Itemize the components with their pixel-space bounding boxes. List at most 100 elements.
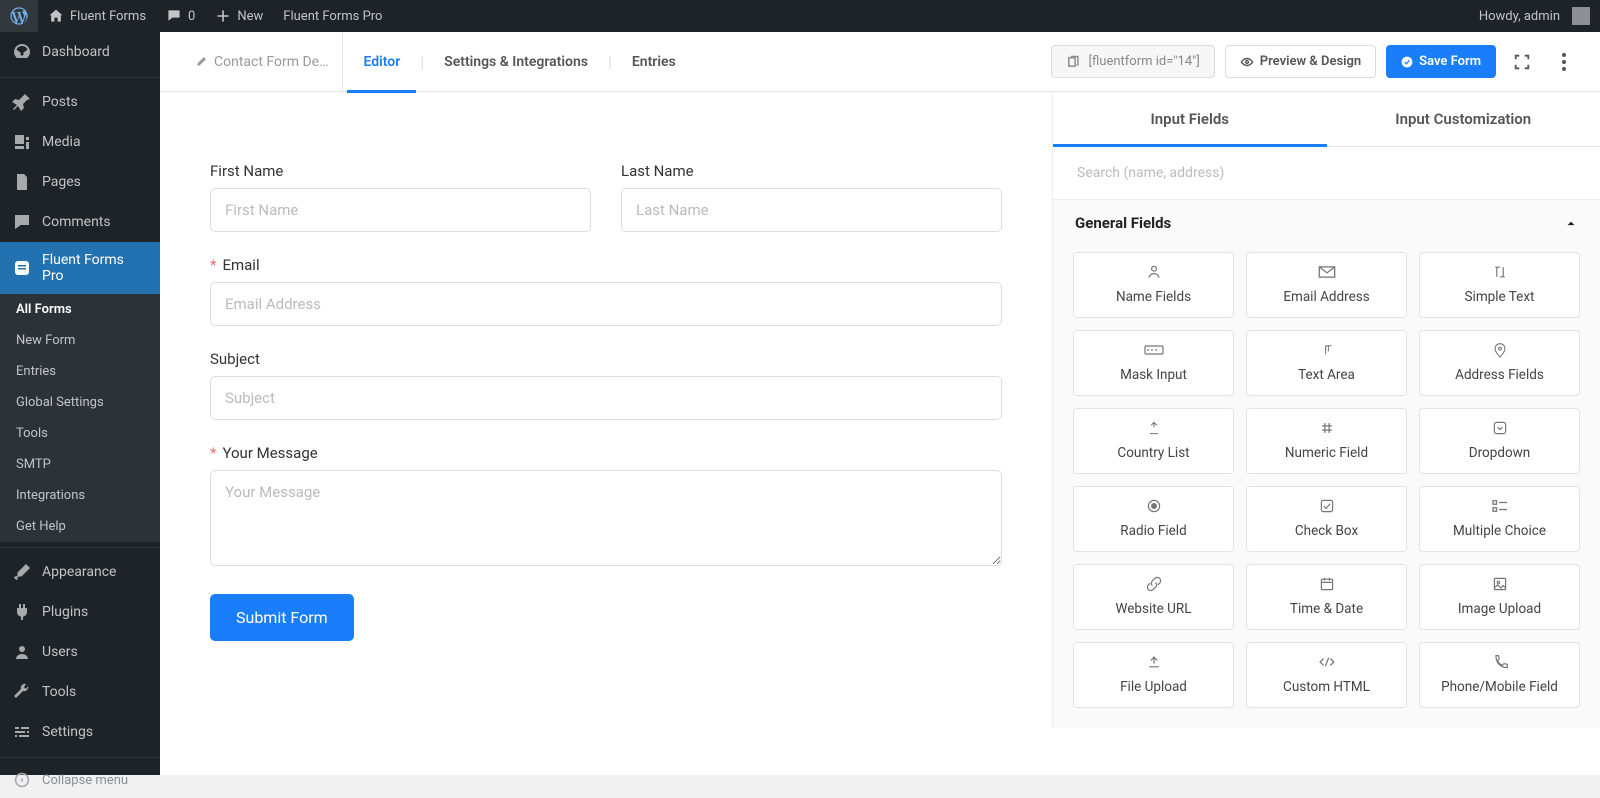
sidebar-item-users[interactable]: Users	[0, 632, 160, 672]
collapse-menu[interactable]: Collapse menu	[0, 762, 160, 798]
field-label: Text Area	[1298, 367, 1355, 383]
pushpin-icon	[12, 92, 32, 112]
panel-tab-input-customization[interactable]: Input Customization	[1327, 92, 1600, 146]
sidebar-label: Appearance	[42, 564, 116, 580]
new-label: New	[237, 9, 263, 24]
tab-separator: |	[420, 52, 424, 71]
sidebar-item-appearance[interactable]: Appearance	[0, 552, 160, 592]
comments-count: 0	[188, 9, 195, 24]
submenu-get-help[interactable]: Get Help	[0, 511, 160, 542]
save-button[interactable]: Save Form	[1386, 45, 1496, 78]
sidebar-item-tools[interactable]: Tools	[0, 672, 160, 712]
site-name[interactable]: Fluent Forms	[38, 0, 156, 32]
last-name-label: Last Name	[621, 162, 1002, 180]
sidebar-item-fluent-forms[interactable]: Fluent Forms Pro	[0, 242, 160, 294]
message-textarea[interactable]	[210, 470, 1002, 566]
sidebar-label: Posts	[42, 94, 78, 110]
fields-panel: Input Fields Input Customization General…	[1052, 92, 1600, 728]
field-icon	[1492, 653, 1508, 671]
last-name-input[interactable]	[621, 188, 1002, 232]
field-card[interactable]: Multiple Choice	[1419, 486, 1580, 552]
email-input[interactable]	[210, 282, 1002, 326]
field-icon	[1493, 341, 1507, 359]
field-icon	[1146, 653, 1162, 671]
field-card[interactable]: Name Fields	[1073, 252, 1234, 318]
user-icon	[12, 642, 32, 662]
sidebar-label: Fluent Forms Pro	[42, 252, 148, 284]
tab-editor[interactable]: Editor	[347, 32, 416, 92]
wp-logo[interactable]	[0, 0, 38, 32]
field-card[interactable]: Phone/Mobile Field	[1419, 642, 1580, 708]
field-icon	[1492, 263, 1508, 281]
field-label: Check Box	[1295, 523, 1358, 539]
form-canvas: First Name Last Name *Email Subject *You…	[160, 92, 1052, 728]
field-card[interactable]: Website URL	[1073, 564, 1234, 630]
panel-tab-input-fields[interactable]: Input Fields	[1053, 92, 1327, 146]
plugin-link[interactable]: Fluent Forms Pro	[273, 0, 392, 32]
submenu-smtp[interactable]: SMTP	[0, 449, 160, 480]
check-icon	[1401, 56, 1413, 68]
tab-entries[interactable]: Entries	[616, 32, 692, 92]
sidebar-label: Tools	[42, 684, 76, 700]
field-card[interactable]: Mask Input	[1073, 330, 1234, 396]
field-card[interactable]: Address Fields	[1419, 330, 1580, 396]
field-label: Country List	[1117, 445, 1189, 461]
submenu-new-form[interactable]: New Form	[0, 325, 160, 356]
sidebar-item-comments[interactable]: Comments	[0, 202, 160, 242]
submit-button[interactable]: Submit Form	[210, 594, 354, 641]
fullscreen-button[interactable]	[1506, 46, 1538, 78]
more-button[interactable]	[1548, 46, 1580, 78]
field-card[interactable]: Numeric Field	[1246, 408, 1407, 474]
submenu-global-settings[interactable]: Global Settings	[0, 387, 160, 418]
form-name[interactable]: Contact Form De…	[180, 32, 343, 92]
section-general-fields[interactable]: General Fields	[1053, 200, 1600, 246]
main: Contact Form De… Editor | Settings & Int…	[160, 32, 1600, 775]
preview-button[interactable]: Preview & Design	[1225, 45, 1376, 78]
field-icon	[1492, 575, 1508, 593]
field-label: Address Fields	[1455, 367, 1544, 383]
new-link[interactable]: New	[205, 0, 273, 32]
sidebar-item-pages[interactable]: Pages	[0, 162, 160, 202]
first-name-input[interactable]	[210, 188, 591, 232]
first-name-label: First Name	[210, 162, 591, 180]
field-card[interactable]: Time & Date	[1246, 564, 1407, 630]
field-card[interactable]: Image Upload	[1419, 564, 1580, 630]
search-input[interactable]	[1073, 157, 1580, 189]
tab-settings[interactable]: Settings & Integrations	[428, 32, 604, 92]
form-icon	[12, 258, 32, 278]
collapse-icon	[12, 770, 32, 790]
field-card[interactable]: Simple Text	[1419, 252, 1580, 318]
sidebar-item-posts[interactable]: Posts	[0, 82, 160, 122]
sidebar-label: Media	[42, 134, 81, 150]
field-icon	[1146, 263, 1162, 281]
field-card[interactable]: Country List	[1073, 408, 1234, 474]
field-label: Email Address	[1283, 289, 1369, 305]
sidebar-item-media[interactable]: Media	[0, 122, 160, 162]
submenu-integrations[interactable]: Integrations	[0, 480, 160, 511]
field-card[interactable]: Radio Field	[1073, 486, 1234, 552]
home-icon	[48, 8, 64, 24]
comments-link[interactable]: 0	[156, 0, 205, 32]
eye-icon	[1240, 55, 1254, 69]
field-card[interactable]: Dropdown	[1419, 408, 1580, 474]
field-card[interactable]: Check Box	[1246, 486, 1407, 552]
sidebar-item-settings[interactable]: Settings	[0, 712, 160, 752]
howdy-label: Howdy, admin	[1479, 9, 1560, 24]
submenu-all-forms[interactable]: All Forms	[0, 294, 160, 325]
field-card[interactable]: Email Address	[1246, 252, 1407, 318]
sidebar-item-dashboard[interactable]: Dashboard	[0, 32, 160, 72]
shortcode[interactable]: [fluentform id="14"]	[1051, 45, 1214, 78]
sidebar-item-plugins[interactable]: Plugins	[0, 592, 160, 632]
preview-label: Preview & Design	[1260, 54, 1361, 69]
sidebar-label: Settings	[42, 724, 93, 740]
field-card[interactable]: File Upload	[1073, 642, 1234, 708]
submenu-entries[interactable]: Entries	[0, 356, 160, 387]
field-card[interactable]: Custom HTML	[1246, 642, 1407, 708]
subject-input[interactable]	[210, 376, 1002, 420]
submenu-tools[interactable]: Tools	[0, 418, 160, 449]
wrench-icon	[12, 682, 32, 702]
field-card[interactable]: Text Area	[1246, 330, 1407, 396]
howdy-link[interactable]: Howdy, admin	[1469, 0, 1600, 32]
subject-label: Subject	[210, 350, 1002, 368]
field-icon	[1318, 263, 1336, 281]
